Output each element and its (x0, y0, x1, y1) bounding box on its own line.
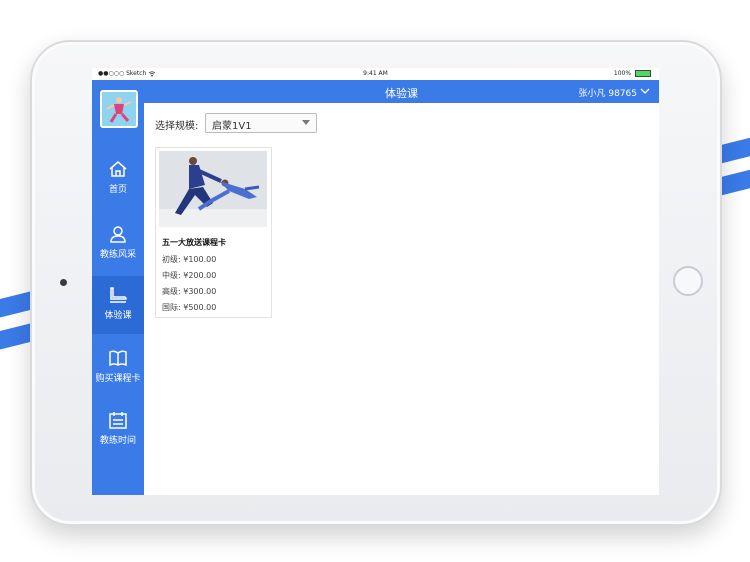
sidebar-item-label: 体验课 (104, 311, 132, 321)
main-content: 选择规模: 启蒙1V1 五一大放送课程卡 初级: ¥100.00 中级: ¥20… (144, 103, 659, 495)
clock: 9:41 AM (363, 70, 388, 77)
battery-label: 100% (613, 70, 632, 77)
header-bar: 体验课 张小凡 98765 (144, 80, 659, 103)
home-icon (109, 161, 127, 177)
sidebar-item-label: 教练时间 (99, 436, 136, 446)
sidebar-item-label: 首页 (108, 185, 127, 195)
front-camera (60, 279, 67, 286)
sidebar-item-home[interactable]: 首页 (92, 150, 144, 208)
sidebar: 首页 教练风采 体验课 购买课程卡 教练时间 (92, 80, 144, 495)
figure-skating-photo (159, 151, 267, 227)
price-international: 国际: ¥500.00 (162, 303, 217, 312)
person-icon (110, 226, 126, 243)
sidebar-item-label: 教练风采 (99, 250, 136, 260)
book-icon (109, 350, 127, 367)
scale-label: 选择规模: (155, 121, 199, 132)
home-button[interactable] (673, 266, 703, 296)
battery-icon (635, 70, 651, 77)
price-intermediate: 中级: ¥200.00 (162, 271, 217, 280)
sidebar-item-coaches[interactable]: 教练风采 (92, 215, 144, 273)
sidebar-item-buy-course-card[interactable]: 购买课程卡 (92, 339, 144, 397)
course-card[interactable]: 五一大放送课程卡 初级: ¥100.00 中级: ¥200.00 高级: ¥30… (155, 147, 272, 318)
skate-icon (110, 287, 127, 303)
sidebar-item-trial-class[interactable]: 体验课 (92, 276, 144, 334)
price-beginner: 初级: ¥100.00 (162, 255, 217, 264)
app-screen: ●●○○○ Sketch 9:41 AM 100% 首页 教练风采 体验课 购买… (92, 68, 659, 495)
user-menu[interactable]: 张小凡 98765 (579, 86, 638, 99)
chevron-down-icon[interactable] (640, 87, 650, 95)
course-card-name: 五一大放送课程卡 (162, 238, 226, 247)
skater-logo-icon (102, 92, 136, 126)
calendar-icon (109, 412, 127, 429)
dropdown-arrow-icon (302, 120, 310, 125)
sidebar-item-coach-schedule[interactable]: 教练时间 (92, 401, 144, 459)
status-bar: ●●○○○ Sketch 9:41 AM 100% (92, 68, 659, 80)
price-advanced: 高级: ¥300.00 (162, 287, 217, 296)
course-photo (159, 151, 267, 227)
sidebar-item-label: 购买课程卡 (95, 374, 141, 384)
scale-select[interactable]: 启蒙1V1 (205, 113, 317, 133)
scale-select-value: 启蒙1V1 (212, 121, 252, 132)
battery-status: 100% (614, 70, 651, 77)
avatar[interactable] (100, 90, 138, 128)
user-name: 张小凡 98765 (578, 89, 638, 99)
